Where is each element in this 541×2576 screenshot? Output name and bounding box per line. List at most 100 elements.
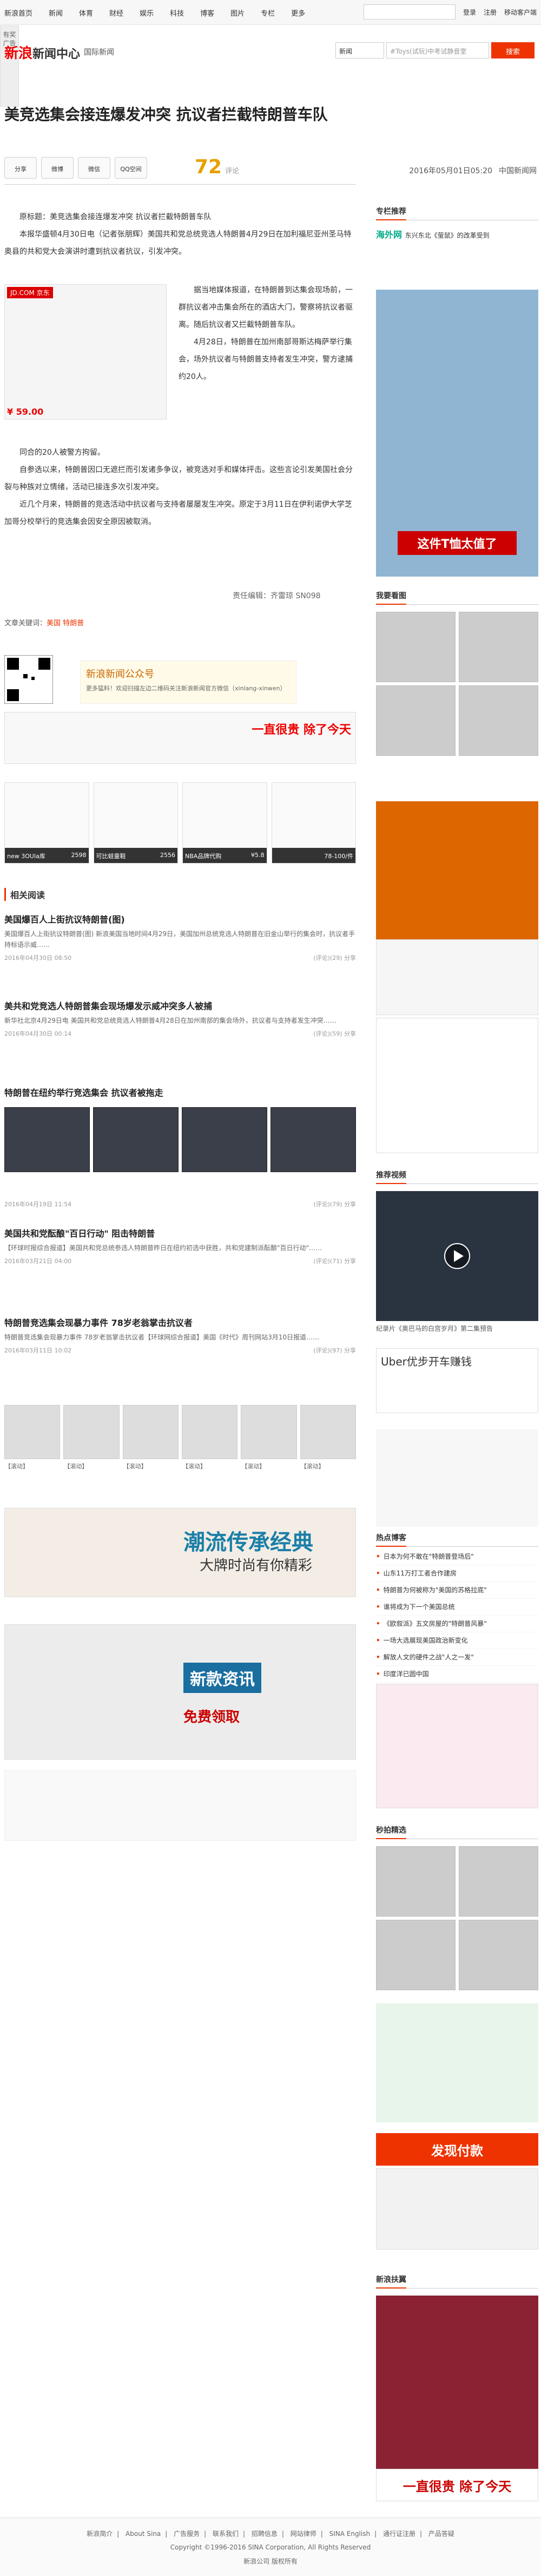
related-image[interactable] <box>270 1107 356 1172</box>
hot-item[interactable]: • 日本为何不敢在"特朗普登场后" <box>376 1548 538 1565</box>
nav-more[interactable]: 更多 <box>291 8 305 18</box>
related-title[interactable]: 美国爆百人上街抗议特朗普(图) <box>4 912 356 925</box>
related-actions[interactable]: (评论)(71) 分享 <box>313 1257 356 1265</box>
footer-link[interactable]: About Sina <box>126 2530 161 2538</box>
footer-link[interactable]: 招聘信息 <box>252 2530 278 2538</box>
hot-item[interactable]: • 《欧叙派》五文房屋的"特朗普风暴" <box>376 1616 538 1632</box>
hot-item[interactable]: • 解放人文的硬件之战"人之一发" <box>376 1649 538 1666</box>
nav-photo[interactable]: 图片 <box>230 8 245 18</box>
product-ad-right[interactable] <box>376 939 538 1015</box>
decor-ad[interactable] <box>376 801 538 939</box>
pic-item[interactable] <box>459 685 538 756</box>
footer-link[interactable]: 通行证注册 <box>383 2530 415 2538</box>
thumbnail[interactable]: 【滚动】 <box>241 1405 297 1470</box>
shirt-ad-right[interactable] <box>376 2296 538 2469</box>
uber-ad[interactable]: Uber优步开车赚钱 <box>376 1348 538 1413</box>
shop-item[interactable] <box>376 1920 456 1990</box>
source-link[interactable]: 中国新闻网 <box>499 167 537 175</box>
tshirt-ad[interactable]: 这件T恤太值了 <box>376 290 538 577</box>
pic-item[interactable] <box>376 685 456 756</box>
share-button[interactable]: 分享 <box>4 157 37 179</box>
thumbnail[interactable]: 【滚动】 <box>4 1405 61 1470</box>
hot-item[interactable]: • 一场大选展现美国政治新变化 <box>376 1632 538 1649</box>
product-ad[interactable]: JD.COM 京东 ¥ 59.00 <box>4 284 167 420</box>
product-card[interactable]: 78-100/件 <box>271 782 356 864</box>
product-card[interactable]: NBA品牌代购 ¥5.8 <box>182 782 267 864</box>
footer-link[interactable]: SINA English <box>329 2530 371 2538</box>
fashion-ad-2[interactable]: 新款资讯 免费领取 <box>4 1624 356 1760</box>
related-actions[interactable]: (评论)(59) 分享 <box>313 1029 356 1038</box>
login-link[interactable]: 登录 <box>463 8 476 17</box>
register-link[interactable]: 注册 <box>484 8 497 17</box>
search-button[interactable]: 搜索 <box>491 42 535 58</box>
related-title[interactable]: 美共和党竞选人特朗普集会现场爆发示威冲突多人被捕 <box>4 999 356 1012</box>
weibo-share-button[interactable]: 微博 <box>41 157 74 179</box>
related-image[interactable] <box>93 1107 179 1172</box>
sale-button[interactable]: 发现付款 <box>376 2133 538 2166</box>
search-input[interactable]: #Toys(试玩)中考试静音室 <box>386 42 489 58</box>
pic-item[interactable] <box>376 612 456 682</box>
footer-link[interactable]: 产品答疑 <box>428 2530 454 2538</box>
nav-news[interactable]: 新闻 <box>49 8 63 18</box>
related-item: 美国共和党酝酿"百日行动" 阻击特朗普 【环球时报综合报道】美国共和党总统参选人… <box>4 1226 356 1265</box>
hot-item[interactable]: • 印度洋已圆中国 <box>376 1666 538 1683</box>
tag-link[interactable]: 美国 特朗普 <box>47 619 84 627</box>
thumbnail[interactable]: 【滚动】 <box>300 1405 356 1470</box>
top-search-input[interactable] <box>363 4 456 19</box>
related-actions[interactable]: (评论)(97) 分享 <box>313 1346 356 1355</box>
fashion-ad[interactable]: 潮流传承经典 大牌时尚有你精彩 <box>4 1508 356 1597</box>
product-card[interactable]: 可比蛙童鞋 2556 <box>93 782 178 864</box>
side-ad[interactable]: 有奖广告 <box>0 25 19 107</box>
comment-label: 评论 <box>225 167 240 175</box>
footer-link[interactable]: 广告服务 <box>174 2530 200 2538</box>
related-actions[interactable]: (评论)(29) 分享 <box>313 953 356 962</box>
shoe-ad-banner[interactable]: 一直很贵 除了今天 <box>4 712 356 764</box>
nav-column[interactable]: 专栏 <box>261 8 275 18</box>
shop-item[interactable] <box>376 1846 456 1917</box>
nav-sports[interactable]: 体育 <box>79 8 93 18</box>
product-card[interactable]: new 3OUla库 2598 <box>4 782 89 864</box>
pic-item[interactable] <box>459 612 538 682</box>
related-title[interactable]: 美国共和党酝酿"百日行动" 阻击特朗普 <box>4 1226 356 1239</box>
sale2-banner[interactable]: 一直很贵 除了今天 <box>376 2469 538 2501</box>
nav-blog[interactable]: 博客 <box>200 8 214 18</box>
related-actions[interactable]: (评论)(79) 分享 <box>313 1200 356 1208</box>
thumbnail[interactable]: 【滚动】 <box>63 1405 120 1470</box>
game-ad[interactable] <box>376 2003 538 2122</box>
shoe-ad-right-2[interactable] <box>376 2168 538 2250</box>
related-desc: 美国爆百人上街抗议特朗普(图) 新浪美国当地时间4月29日，美国加州总统竞选人特… <box>4 930 355 949</box>
related-image[interactable] <box>182 1107 267 1172</box>
related-title[interactable]: 特朗普在纽约举行竞选集会 抗议者被拖走 <box>4 1086 356 1099</box>
hwwatch-item[interactable]: 海外网 东兴东北《萤鼠》的改革受到 <box>376 227 538 252</box>
wechat-share-button[interactable]: 微信 <box>78 157 110 179</box>
shop-item[interactable] <box>459 1920 538 1990</box>
logo-sub: 新闻中心 <box>32 48 81 61</box>
related-item: 美共和党竞选人特朗普集会现场爆发示威冲突多人被捕 新华社北京4月29日电 美国共… <box>4 999 356 1038</box>
hot-item[interactable]: • 谁将成为下一个美国总统 <box>376 1599 538 1616</box>
hot-item[interactable]: • 特朗普为何被称为"美国的苏格拉底" <box>376 1582 538 1599</box>
nav-home[interactable]: 新浪首页 <box>4 8 32 18</box>
thumbnail[interactable]: 【滚动】 <box>122 1405 179 1470</box>
related-title[interactable]: 特朗普竞选集会现暴力事件 78岁老翁掌击抗议者 <box>4 1316 356 1329</box>
channel-label[interactable]: 国际新闻 <box>84 47 114 57</box>
hot-item[interactable]: • 山东11万打工者合作建房 <box>376 1565 538 1582</box>
nav-ent[interactable]: 娱乐 <box>140 8 154 18</box>
copyright: Copyright ©1996-2016 SINA Corporation, A… <box>170 2544 371 2551</box>
footer-link[interactable]: 联系我们 <box>213 2530 239 2538</box>
nav-tech[interactable]: 科技 <box>170 8 184 18</box>
footer-link[interactable]: 新浪简介 <box>87 2530 113 2538</box>
thumbnail[interactable]: 【滚动】 <box>181 1405 238 1470</box>
nav-finance[interactable]: 财经 <box>109 8 123 18</box>
video-thumb[interactable] <box>376 1191 538 1321</box>
qzone-share-button[interactable]: QQ空间 <box>115 157 147 179</box>
comment-count[interactable]: 72 评论 <box>195 156 239 178</box>
footer-link[interactable]: 网站律师 <box>291 2530 316 2538</box>
shoes-ad-right[interactable] <box>376 1018 538 1153</box>
clothing-ad-right[interactable] <box>376 1684 538 1808</box>
site-logo[interactable]: 新浪新闻中心 <box>4 42 80 62</box>
right-heading-video: 推荐视频 <box>376 1169 538 1184</box>
search-scope-select[interactable]: 新闻 <box>335 42 384 58</box>
mobile-link[interactable]: 移动客户端 <box>504 8 537 17</box>
shop-item[interactable] <box>459 1846 538 1917</box>
related-image[interactable] <box>4 1107 90 1172</box>
